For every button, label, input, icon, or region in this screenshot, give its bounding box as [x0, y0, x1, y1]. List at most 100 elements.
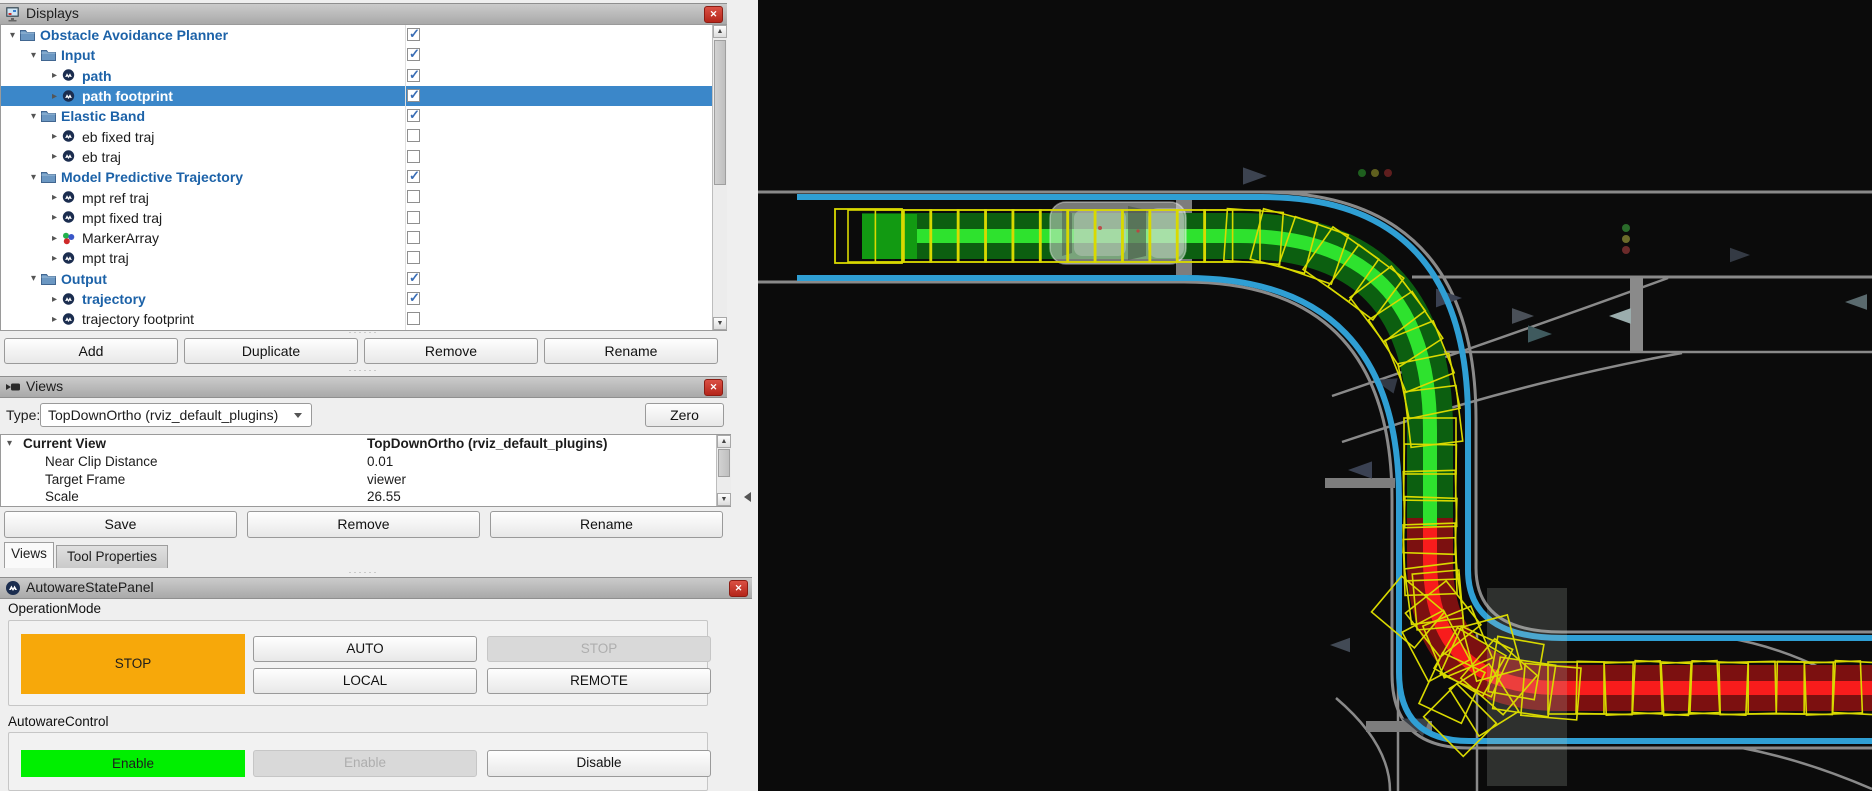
scrollbar-thumb[interactable] — [714, 40, 726, 185]
property-row[interactable]: Target Frame viewer — [1, 471, 730, 489]
display-tree-row[interactable]: ▾ Model Predictive Trajectory — [1, 167, 712, 187]
3d-viewport[interactable] — [758, 0, 1872, 791]
display-tree-row[interactable]: ▸ mpt fixed traj — [1, 208, 712, 228]
tree-column-divider — [405, 25, 406, 330]
tree-item-checkbox[interactable] — [407, 312, 420, 326]
tree-item-checkbox[interactable] — [407, 129, 420, 143]
display-tree-row[interactable]: ▸ trajectory — [1, 289, 712, 309]
tree-item-checkbox[interactable] — [407, 230, 420, 244]
tree-item-checkbox[interactable] — [407, 210, 420, 224]
tree-expander-icon[interactable]: ▸ — [47, 314, 62, 325]
tree-item-label: mpt fixed traj — [82, 209, 163, 226]
tab-tool-properties[interactable]: Tool Properties — [56, 545, 168, 568]
tree-expander-icon[interactable]: ▸ — [47, 253, 62, 264]
property-row[interactable]: ▾ Current View TopDownOrtho (rviz_defaul… — [1, 435, 730, 453]
tab-views[interactable]: Views — [4, 542, 54, 568]
add-button[interactable]: Add — [4, 338, 178, 364]
chevron-down-icon — [294, 413, 302, 418]
tree-item-label: eb traj — [82, 148, 121, 165]
tree-item-checkbox[interactable] — [407, 107, 420, 123]
tree-item-checkbox[interactable] — [407, 270, 420, 286]
tree-item-checkbox[interactable] — [407, 190, 420, 204]
scroll-up-icon[interactable]: ▲ — [713, 25, 727, 38]
rename-view-button[interactable]: Rename — [490, 511, 723, 538]
displays-close-icon[interactable] — [704, 6, 723, 23]
tree-expander-icon[interactable]: ▾ — [26, 273, 41, 284]
duplicate-button[interactable]: Duplicate — [184, 338, 358, 364]
tree-expander-icon[interactable]: ▸ — [47, 91, 62, 102]
panel-collapse-arrow[interactable] — [744, 492, 751, 502]
tree-expander-icon[interactable]: ▸ — [47, 294, 62, 305]
autoware-control-group: Enable Enable Disable — [8, 732, 711, 791]
autoware-icon — [62, 69, 80, 82]
tree-item-checkbox[interactable] — [407, 290, 420, 306]
auto-button[interactable]: AUTO — [253, 636, 477, 662]
tree-item-label: mpt traj — [82, 250, 129, 267]
save-view-button[interactable]: Save — [4, 511, 237, 538]
splitter-handle[interactable] — [0, 368, 727, 374]
enable-control-button[interactable]: Enable — [253, 750, 477, 777]
remote-button[interactable]: REMOTE — [487, 668, 711, 694]
tree-item-checkbox[interactable] — [407, 251, 420, 265]
tree-expander-icon[interactable]: ▸ — [47, 70, 62, 81]
view-type-dropdown[interactable]: TopDownOrtho (rviz_default_plugins) — [40, 403, 312, 427]
property-value[interactable]: TopDownOrtho (rviz_default_plugins) — [367, 435, 608, 453]
remove-button[interactable]: Remove — [364, 338, 538, 364]
tree-expander-icon[interactable]: ▾ — [26, 50, 41, 61]
tree-expander-icon[interactable]: ▸ — [47, 192, 62, 203]
disable-control-button[interactable]: Disable — [487, 750, 711, 777]
autoware-icon — [5, 580, 21, 596]
tree-expander-icon[interactable]: ▾ — [5, 30, 20, 41]
scrollbar-thumb[interactable] — [718, 449, 730, 477]
property-value[interactable]: 0.01 — [367, 453, 393, 471]
tree-item-checkbox[interactable] — [407, 26, 420, 42]
display-tree-row[interactable]: ▸ path footprint — [1, 85, 712, 107]
tree-expander-icon[interactable]: ▾ — [26, 111, 41, 122]
tree-expander-icon[interactable]: ▾ — [7, 435, 12, 453]
autoware-state-panel-header[interactable]: AutowareStatePanel — [0, 577, 752, 599]
zero-button[interactable]: Zero — [645, 403, 724, 427]
tree-item-checkbox[interactable] — [407, 149, 420, 163]
folder-icon — [41, 110, 59, 123]
display-tree-row[interactable]: ▸ mpt ref traj — [1, 187, 712, 207]
scroll-down-icon[interactable]: ▼ — [713, 317, 727, 330]
display-tree-row[interactable]: ▸ path — [1, 66, 712, 86]
local-button[interactable]: LOCAL — [253, 668, 477, 694]
scroll-up-icon[interactable]: ▲ — [717, 435, 731, 448]
property-row[interactable]: Near Clip Distance 0.01 — [1, 453, 730, 471]
splitter-handle[interactable] — [0, 330, 727, 336]
tree-expander-icon[interactable]: ▸ — [47, 131, 62, 142]
views-close-icon[interactable] — [704, 379, 723, 396]
traffic-light-marker — [1622, 246, 1630, 254]
tree-expander-icon[interactable]: ▾ — [26, 172, 41, 183]
property-row[interactable]: Scale 26.55 — [1, 488, 730, 506]
display-tree-row[interactable]: ▾ Output — [1, 269, 712, 289]
scroll-down-icon[interactable]: ▼ — [717, 493, 731, 506]
display-tree-row[interactable]: ▸ eb fixed traj — [1, 126, 712, 146]
displays-tree-scrollbar[interactable]: ▲ ▼ — [712, 25, 727, 330]
tree-item-checkbox[interactable] — [407, 67, 420, 83]
tree-item-checkbox[interactable] — [407, 168, 420, 184]
tree-item-label: Obstacle Avoidance Planner — [40, 27, 229, 44]
display-tree-row[interactable]: ▸ eb traj — [1, 147, 712, 167]
views-panel-header[interactable]: Views — [0, 376, 727, 398]
display-tree-row[interactable]: ▾ Input — [1, 45, 712, 65]
view-table-scrollbar[interactable]: ▲ ▼ — [716, 435, 731, 506]
tree-item-checkbox[interactable] — [407, 87, 420, 103]
rename-button[interactable]: Rename — [544, 338, 718, 364]
property-value[interactable]: viewer — [367, 471, 406, 489]
splitter-handle[interactable] — [0, 570, 727, 576]
display-tree-row[interactable]: ▸ MarkerArray — [1, 228, 712, 248]
tree-item-checkbox[interactable] — [407, 46, 420, 62]
property-value[interactable]: 26.55 — [367, 488, 401, 506]
tree-expander-icon[interactable]: ▸ — [47, 233, 62, 244]
displays-panel-header[interactable]: Displays — [0, 3, 727, 25]
tree-expander-icon[interactable]: ▸ — [47, 212, 62, 223]
display-tree-row[interactable]: ▸ mpt traj — [1, 248, 712, 268]
stop-button[interactable]: STOP — [487, 636, 711, 662]
state-panel-close-icon[interactable] — [729, 580, 748, 597]
display-tree-row[interactable]: ▾ Elastic Band — [1, 106, 712, 126]
tree-expander-icon[interactable]: ▸ — [47, 151, 62, 162]
display-tree-row[interactable]: ▾ Obstacle Avoidance Planner — [1, 25, 712, 45]
remove-view-button[interactable]: Remove — [247, 511, 480, 538]
